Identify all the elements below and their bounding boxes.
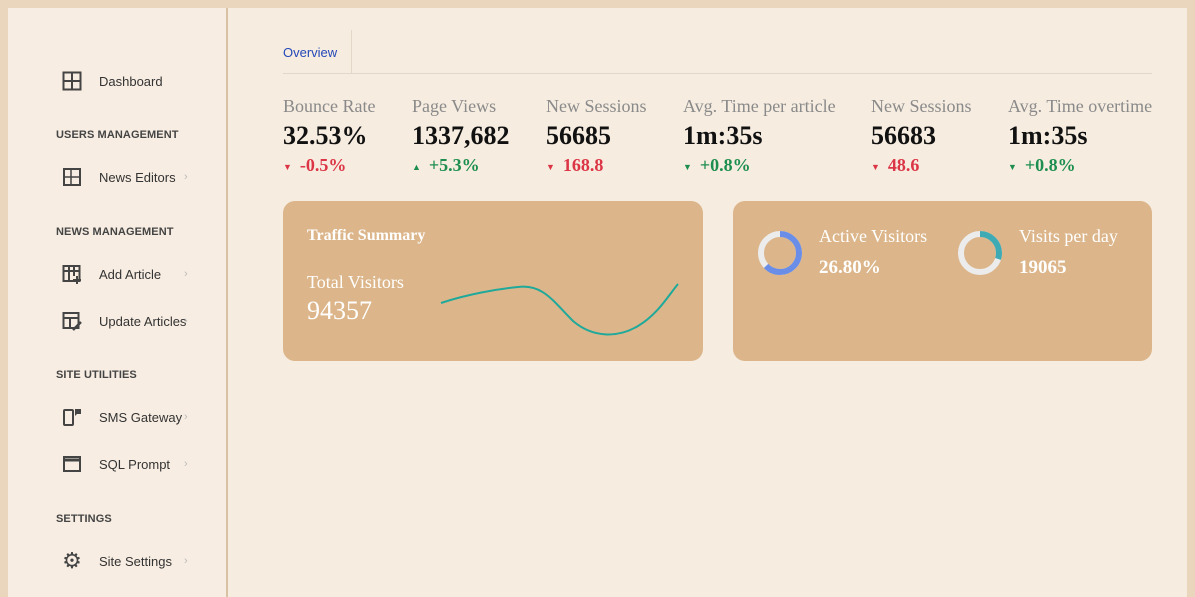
sidebar-item-site-settings[interactable]: ⚙ Site Settings › xyxy=(8,546,228,576)
stat-change: ▼ 168.8 xyxy=(546,155,647,176)
stat-title: Avg. Time per article xyxy=(683,96,836,116)
main-content: Overview xyxy=(283,30,1152,74)
table-edit-icon xyxy=(62,311,82,331)
sidebar-item-label: News Editors xyxy=(99,169,176,185)
donut-value: 19065 xyxy=(1019,257,1067,278)
donut-widget: Visits per day 19065 xyxy=(957,226,1118,281)
stat-change-value: +0.8% xyxy=(1024,155,1076,175)
stat-change-value: 48.6 xyxy=(887,155,920,175)
chevron-right-icon: › xyxy=(184,268,188,280)
gear-icon: ⚙ xyxy=(62,548,82,573)
stat-value: 56685 xyxy=(546,121,611,150)
sidebar-item-label: Update Articles xyxy=(99,313,187,329)
stat-title: New Sessions xyxy=(871,96,972,116)
donut-chart xyxy=(958,231,1002,275)
sidebar-item-sql-prompt[interactable]: SQL Prompt › xyxy=(8,449,228,479)
sidebar-item-label: Dashboard xyxy=(99,73,163,89)
total-visitors-value: 94357 xyxy=(307,296,372,325)
donut-chart xyxy=(758,231,802,275)
sidebar: Dashboard USERS MANAGEMENT News Editors … xyxy=(8,8,228,597)
stat-change: ▼ +0.8% xyxy=(1008,155,1152,176)
stat-change-value: 168.8 xyxy=(562,155,604,175)
stat-change: ▲ +5.3% xyxy=(412,155,510,176)
caret-down-icon: ▼ xyxy=(1008,161,1017,172)
caret-down-icon: ▼ xyxy=(683,161,692,172)
tab-overview[interactable]: Overview xyxy=(283,30,353,73)
chevron-right-icon: › xyxy=(184,411,188,423)
sparkline-line xyxy=(440,283,679,336)
stat-change: ▼ 48.6 xyxy=(871,155,972,176)
stat-value: 32.53% xyxy=(283,121,368,150)
sidebar-item-label: SQL Prompt xyxy=(99,456,171,472)
chevron-right-icon: › xyxy=(184,458,188,470)
sidebar-item-add-article[interactable]: Add Article › xyxy=(8,259,228,289)
sidebar-item-label: SMS Gateway xyxy=(99,409,183,425)
stat-4: New Sessions 56683 ▼ 48.6 xyxy=(871,96,972,176)
stat-value: 1m:35s xyxy=(683,121,763,150)
traffic-summary-card: Traffic Summary Total Visitors 94357 xyxy=(283,201,703,361)
stat-value: 56683 xyxy=(871,121,936,150)
stat-change: ▼ +0.8% xyxy=(683,155,836,176)
chevron-right-icon: › xyxy=(184,171,188,183)
section-news-management: NEWS MANAGEMENT xyxy=(56,226,174,238)
donut-label: Visits per day xyxy=(1019,226,1118,246)
window-icon xyxy=(62,454,82,474)
stat-title: Avg. Time overtime xyxy=(1008,96,1153,116)
caret-down-icon: ▼ xyxy=(283,161,292,172)
stat-title: Bounce Rate xyxy=(283,96,376,116)
donut-widget: Active Visitors 26.80% xyxy=(757,226,927,281)
stat-change-value: +0.8% xyxy=(699,155,751,175)
caret-down-icon: ▼ xyxy=(871,161,880,172)
traffic-sparkline xyxy=(440,283,679,336)
sidebar-item-sms-gateway[interactable]: SMS Gateway › xyxy=(8,402,228,432)
visitors-card: Active Visitors 26.80% Visits per day 19… xyxy=(733,201,1152,361)
card-title: Traffic Summary xyxy=(307,227,426,244)
donut-label: Active Visitors xyxy=(819,226,928,246)
caret-down-icon: ▼ xyxy=(546,161,555,172)
sidebar-item-label: Add Article xyxy=(99,266,162,282)
caret-up-icon: ▲ xyxy=(412,161,421,172)
section-users-management: USERS MANAGEMENT xyxy=(56,129,179,141)
stat-0: Bounce Rate 32.53% ▼ -0.5% xyxy=(283,96,375,176)
stat-title: New Sessions xyxy=(546,96,647,116)
stat-change-value: +5.3% xyxy=(428,155,480,175)
sidebar-item-news-editors[interactable]: News Editors › xyxy=(8,162,228,192)
section-settings: SETTINGS xyxy=(56,513,112,525)
stat-value: 1337,682 xyxy=(412,121,510,150)
stat-2: New Sessions 56685 ▼ 168.8 xyxy=(546,96,647,176)
stat-title: Page Views xyxy=(412,96,497,116)
section-site-utilities: SITE UTILITIES xyxy=(56,369,137,381)
grid-icon xyxy=(62,71,82,91)
chevron-right-icon: › xyxy=(184,315,188,327)
stat-change-value: -0.5% xyxy=(299,155,347,175)
phone-message-icon xyxy=(62,407,82,427)
stat-5: Avg. Time overtime 1m:35s ▼ +0.8% xyxy=(1008,96,1152,176)
stat-1: Page Views 1337,682 ▲ +5.3% xyxy=(412,96,510,176)
stat-value: 1m:35s xyxy=(1008,121,1088,150)
donut-value: 26.80% xyxy=(819,257,881,278)
table-plus-icon xyxy=(62,264,82,284)
stat-3: Avg. Time per article 1m:35s ▼ +0.8% xyxy=(683,96,836,176)
total-visitors-label: Total Visitors xyxy=(307,272,404,292)
chevron-right-icon: › xyxy=(184,555,188,567)
stat-change: ▼ -0.5% xyxy=(283,155,375,176)
sidebar-item-update-articles[interactable]: Update Articles › xyxy=(8,306,228,336)
sidebar-item-label: Site Settings xyxy=(99,553,172,569)
tab-bar: Overview xyxy=(283,30,1152,74)
users-table-icon xyxy=(62,167,82,187)
sidebar-item-dashboard[interactable]: Dashboard xyxy=(8,66,228,96)
